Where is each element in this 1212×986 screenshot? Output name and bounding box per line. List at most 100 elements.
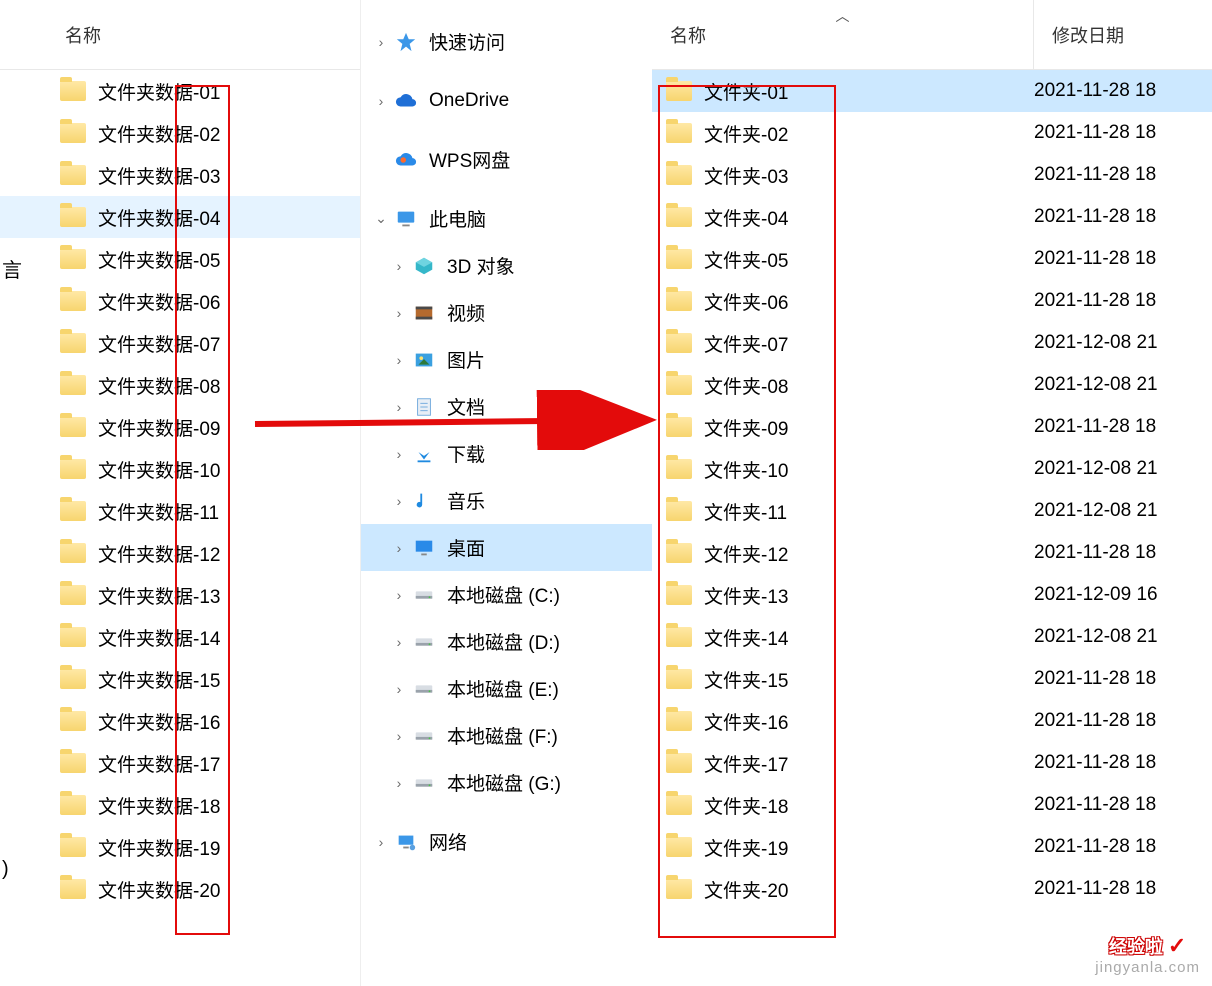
- file-row[interactable]: 文件夹数据-16: [0, 700, 360, 742]
- tree-expander-icon[interactable]: ›: [387, 681, 411, 697]
- file-row[interactable]: 文件夹-182021-11-28 18: [652, 784, 1212, 826]
- tree-item[interactable]: ›图片: [361, 336, 652, 383]
- file-name: 文件夹数据-19: [98, 834, 220, 861]
- file-row[interactable]: 文件夹数据-05: [0, 238, 360, 280]
- file-name: 文件夹数据-09: [98, 414, 220, 441]
- file-row[interactable]: 文件夹-092021-11-28 18: [652, 406, 1212, 448]
- tree-expander-icon[interactable]: ›: [387, 305, 411, 321]
- tree-expander-icon[interactable]: ›: [369, 34, 393, 50]
- tree-quick-access[interactable]: ›快速访问: [361, 18, 652, 65]
- tree-expander-icon[interactable]: ›: [387, 493, 411, 509]
- file-row[interactable]: 文件夹-122021-11-28 18: [652, 532, 1212, 574]
- file-name: 文件夹-06: [704, 288, 788, 315]
- column-header-date[interactable]: 修改日期: [1034, 0, 1134, 69]
- file-row[interactable]: 文件夹-062021-11-28 18: [652, 280, 1212, 322]
- file-row[interactable]: 文件夹-192021-11-28 18: [652, 826, 1212, 868]
- file-row[interactable]: 文件夹-132021-12-09 16: [652, 574, 1212, 616]
- tree-item[interactable]: ›本地磁盘 (F:): [361, 712, 652, 759]
- file-row[interactable]: 文件夹数据-02: [0, 112, 360, 154]
- tree-expander-icon[interactable]: ›: [387, 540, 411, 556]
- monitor-icon: [393, 208, 419, 230]
- tree-expander-icon[interactable]: ›: [387, 634, 411, 650]
- file-row[interactable]: 文件夹-112021-12-08 21: [652, 490, 1212, 532]
- file-row[interactable]: 文件夹-202021-11-28 18: [652, 868, 1212, 910]
- file-row[interactable]: 文件夹-102021-12-08 21: [652, 448, 1212, 490]
- tree-item[interactable]: ›下载: [361, 430, 652, 477]
- wps-icon: [393, 149, 419, 171]
- file-row[interactable]: 文件夹数据-06: [0, 280, 360, 322]
- file-row[interactable]: 文件夹数据-07: [0, 322, 360, 364]
- folder-icon: [666, 459, 692, 479]
- tree-this-pc[interactable]: ⌄此电脑: [361, 195, 652, 242]
- file-row[interactable]: 文件夹数据-14: [0, 616, 360, 658]
- tree-item[interactable]: ›桌面: [361, 524, 652, 571]
- file-row[interactable]: 文件夹数据-13: [0, 574, 360, 616]
- name-cell: 文件夹-17: [652, 750, 1034, 777]
- tree-wps[interactable]: WPS网盘: [361, 136, 652, 183]
- file-row[interactable]: 文件夹-042021-11-28 18: [652, 196, 1212, 238]
- file-row[interactable]: 文件夹数据-08: [0, 364, 360, 406]
- column-header-name[interactable]: 名称: [0, 0, 111, 69]
- date-cell: 2021-11-28 18: [1034, 878, 1156, 900]
- file-row[interactable]: 文件夹数据-19: [0, 826, 360, 868]
- file-row[interactable]: 文件夹数据-10: [0, 448, 360, 490]
- tree-expander-icon[interactable]: ›: [387, 352, 411, 368]
- folder-icon: [666, 375, 692, 395]
- file-row[interactable]: 文件夹数据-01: [0, 70, 360, 112]
- column-header-name-label: 名称: [670, 22, 706, 48]
- file-row[interactable]: 文件夹数据-15: [0, 658, 360, 700]
- file-row[interactable]: 文件夹-152021-11-28 18: [652, 658, 1212, 700]
- file-row[interactable]: 文件夹数据-12: [0, 532, 360, 574]
- left-file-list: 文件夹数据-01文件夹数据-02文件夹数据-03文件夹数据-04文件夹数据-05…: [0, 70, 360, 910]
- file-row[interactable]: 文件夹-052021-11-28 18: [652, 238, 1212, 280]
- file-row[interactable]: 文件夹-082021-12-08 21: [652, 364, 1212, 406]
- pictures-icon: [411, 349, 437, 371]
- name-cell: 文件夹-04: [652, 204, 1034, 231]
- tree-expander-icon[interactable]: ›: [387, 775, 411, 791]
- file-name: 文件夹数据-10: [98, 456, 220, 483]
- tree-item[interactable]: ›视频: [361, 289, 652, 336]
- file-row[interactable]: 文件夹-072021-12-08 21: [652, 322, 1212, 364]
- tree-item[interactable]: ›本地磁盘 (C:): [361, 571, 652, 618]
- file-row[interactable]: 文件夹-022021-11-28 18: [652, 112, 1212, 154]
- file-row[interactable]: 文件夹数据-03: [0, 154, 360, 196]
- file-name: 文件夹-10: [704, 456, 788, 483]
- date-cell: 2021-11-28 18: [1034, 752, 1156, 774]
- folder-icon: [666, 711, 692, 731]
- file-row[interactable]: 文件夹数据-04: [0, 196, 360, 238]
- tree-expander-icon[interactable]: ›: [387, 258, 411, 274]
- tree-expander-icon[interactable]: ›: [387, 399, 411, 415]
- file-row[interactable]: 文件夹-012021-11-28 18: [652, 70, 1212, 112]
- star-icon: [393, 31, 419, 53]
- tree-expander-icon[interactable]: ›: [369, 834, 393, 850]
- file-row[interactable]: 文件夹数据-11: [0, 490, 360, 532]
- tree-item[interactable]: ›音乐: [361, 477, 652, 524]
- tree-expander-icon[interactable]: ›: [387, 728, 411, 744]
- folder-icon: [60, 207, 86, 227]
- tree-expander-icon[interactable]: ›: [369, 93, 393, 109]
- file-row[interactable]: 文件夹数据-09: [0, 406, 360, 448]
- file-row[interactable]: 文件夹-162021-11-28 18: [652, 700, 1212, 742]
- tree-expander-icon[interactable]: ⌄: [369, 210, 393, 227]
- tree-onedrive[interactable]: ›OneDrive: [361, 77, 652, 124]
- file-row[interactable]: 文件夹数据-20: [0, 868, 360, 910]
- edge-glyph: 言: [2, 254, 22, 283]
- file-name: 文件夹数据-20: [98, 876, 220, 903]
- tree-item[interactable]: ›本地磁盘 (E:): [361, 665, 652, 712]
- file-row[interactable]: 文件夹-172021-11-28 18: [652, 742, 1212, 784]
- tree-item[interactable]: ›本地磁盘 (D:): [361, 618, 652, 665]
- column-header-name[interactable]: 名称 ︿: [652, 0, 1034, 69]
- tree-item[interactable]: ›3D 对象: [361, 242, 652, 289]
- tree-label: 网络: [429, 828, 467, 855]
- tree-item[interactable]: ›文档: [361, 383, 652, 430]
- tree-network[interactable]: › 网络: [361, 818, 652, 865]
- tree-expander-icon[interactable]: ›: [387, 446, 411, 462]
- tree-item[interactable]: ›本地磁盘 (G:): [361, 759, 652, 806]
- file-row[interactable]: 文件夹-142021-12-08 21: [652, 616, 1212, 658]
- tree-expander-icon[interactable]: ›: [387, 587, 411, 603]
- file-row[interactable]: 文件夹数据-18: [0, 784, 360, 826]
- file-row[interactable]: 文件夹-032021-11-28 18: [652, 154, 1212, 196]
- file-row[interactable]: 文件夹数据-17: [0, 742, 360, 784]
- file-name: 文件夹数据-15: [98, 666, 220, 693]
- date-cell: 2021-11-28 18: [1034, 416, 1156, 438]
